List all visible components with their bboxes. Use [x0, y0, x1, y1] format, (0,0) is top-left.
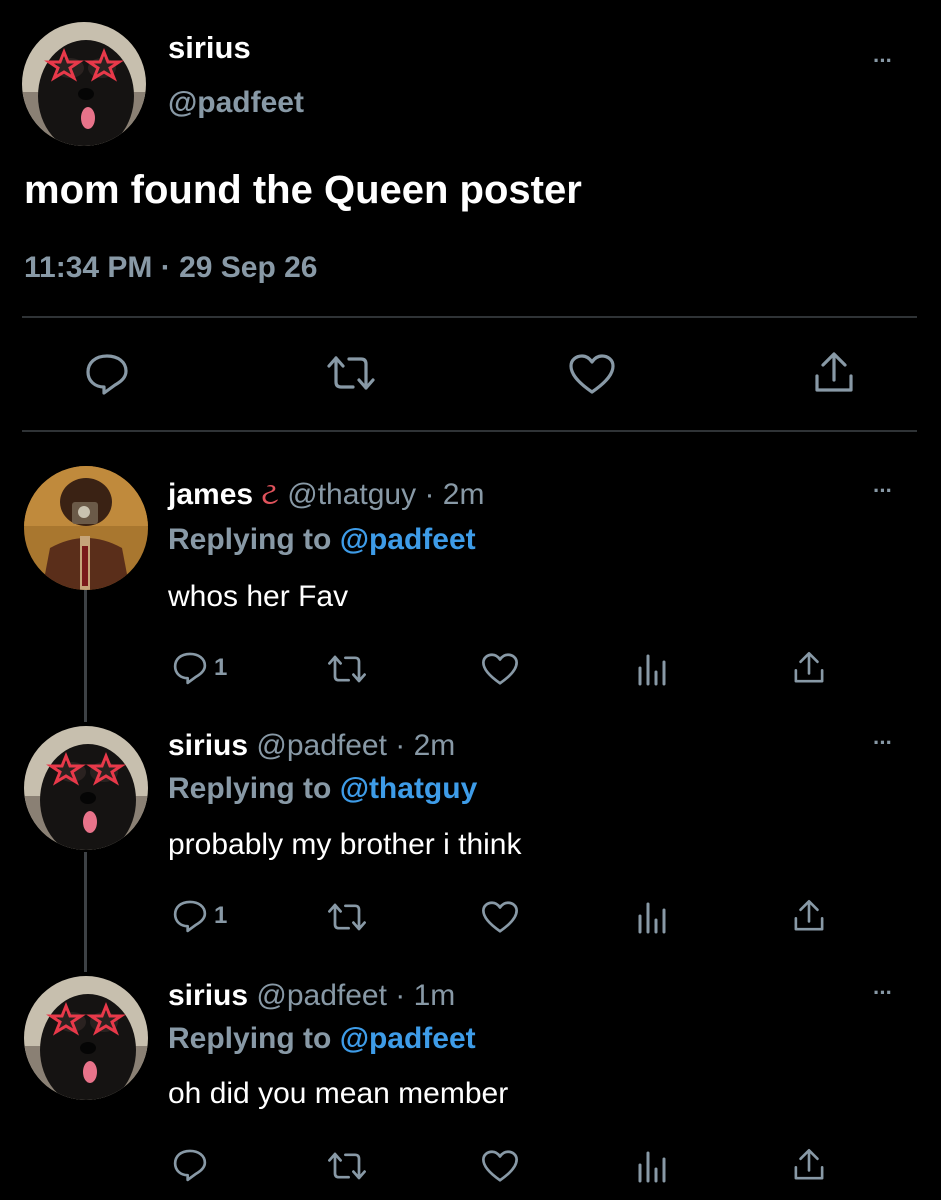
more-icon[interactable]: ···	[873, 50, 893, 72]
author-handle[interactable]: @padfeet	[256, 729, 387, 762]
reply-icon[interactable]	[172, 650, 208, 686]
replying-to: Replying to @padfeet	[168, 523, 476, 557]
retweet-icon[interactable]	[326, 352, 376, 394]
reply-header: james ટ @thatguy · 2m	[168, 478, 484, 512]
mention-link[interactable]: @padfeet	[340, 523, 476, 556]
tweet-timestamp[interactable]: 11:34 PM · 29 Sep 26	[24, 251, 318, 285]
mention-link[interactable]: @padfeet	[340, 1022, 476, 1055]
reply-text: whos her Fav	[168, 580, 349, 613]
author-handle[interactable]: @thatguy	[287, 478, 416, 511]
share-icon[interactable]	[812, 350, 856, 396]
thread-line	[84, 852, 87, 972]
replying-to: Replying to @padfeet	[168, 1022, 476, 1056]
author-name[interactable]: sirius	[168, 30, 251, 66]
reply-time[interactable]: · 2m	[424, 478, 484, 511]
more-icon[interactable]: ···	[873, 982, 893, 1004]
reply-header: sirius @padfeet · 2m	[168, 729, 455, 763]
avatar-sirius[interactable]	[24, 726, 148, 850]
thread-line	[84, 590, 87, 722]
author-name[interactable]: sirius	[168, 979, 248, 1012]
like-icon[interactable]	[568, 353, 616, 395]
reply-icon[interactable]	[84, 352, 130, 396]
reply-count: 1	[214, 654, 228, 681]
replying-prefix: Replying to	[168, 523, 332, 556]
more-icon[interactable]: ···	[873, 480, 893, 502]
avatar-sirius[interactable]	[24, 976, 148, 1100]
reply-header: sirius @padfeet · 1m	[168, 979, 455, 1013]
share-icon[interactable]	[792, 898, 826, 934]
reply-time[interactable]: · 2m	[395, 729, 455, 762]
replying-to: Replying to @thatguy	[168, 772, 477, 806]
like-icon[interactable]	[481, 1149, 519, 1183]
share-icon[interactable]	[792, 650, 826, 686]
author-handle[interactable]: @padfeet	[168, 86, 304, 120]
analytics-icon[interactable]	[636, 898, 668, 934]
reply-icon[interactable]	[172, 1147, 208, 1183]
replying-prefix: Replying to	[168, 1022, 332, 1055]
divider	[22, 430, 917, 432]
like-icon[interactable]	[481, 900, 519, 934]
reply-count: 1	[214, 902, 228, 929]
like-icon[interactable]	[481, 652, 519, 686]
reply-text: probably my brother i think	[168, 828, 522, 861]
analytics-icon[interactable]	[636, 1147, 668, 1183]
share-icon[interactable]	[792, 1147, 826, 1183]
retweet-icon[interactable]	[327, 900, 367, 934]
author-name[interactable]: sirius	[168, 729, 248, 762]
analytics-icon[interactable]	[636, 650, 668, 686]
author-handle[interactable]: @padfeet	[256, 979, 387, 1012]
reply-time[interactable]: · 1m	[395, 979, 455, 1012]
avatar-sirius-main[interactable]	[22, 22, 146, 146]
author-name[interactable]: james	[168, 478, 253, 511]
more-icon[interactable]: ···	[873, 732, 893, 754]
reply-icon[interactable]	[172, 898, 208, 934]
mention-link[interactable]: @thatguy	[340, 772, 478, 805]
reply-text: oh did you mean member	[168, 1077, 509, 1110]
badge-emoji: ટ	[261, 478, 279, 511]
tweet-text: mom found the Queen poster	[24, 168, 582, 212]
avatar-james[interactable]	[24, 466, 148, 590]
divider	[22, 316, 917, 318]
retweet-icon[interactable]	[327, 652, 367, 686]
replying-prefix: Replying to	[168, 772, 332, 805]
retweet-icon[interactable]	[327, 1149, 367, 1183]
